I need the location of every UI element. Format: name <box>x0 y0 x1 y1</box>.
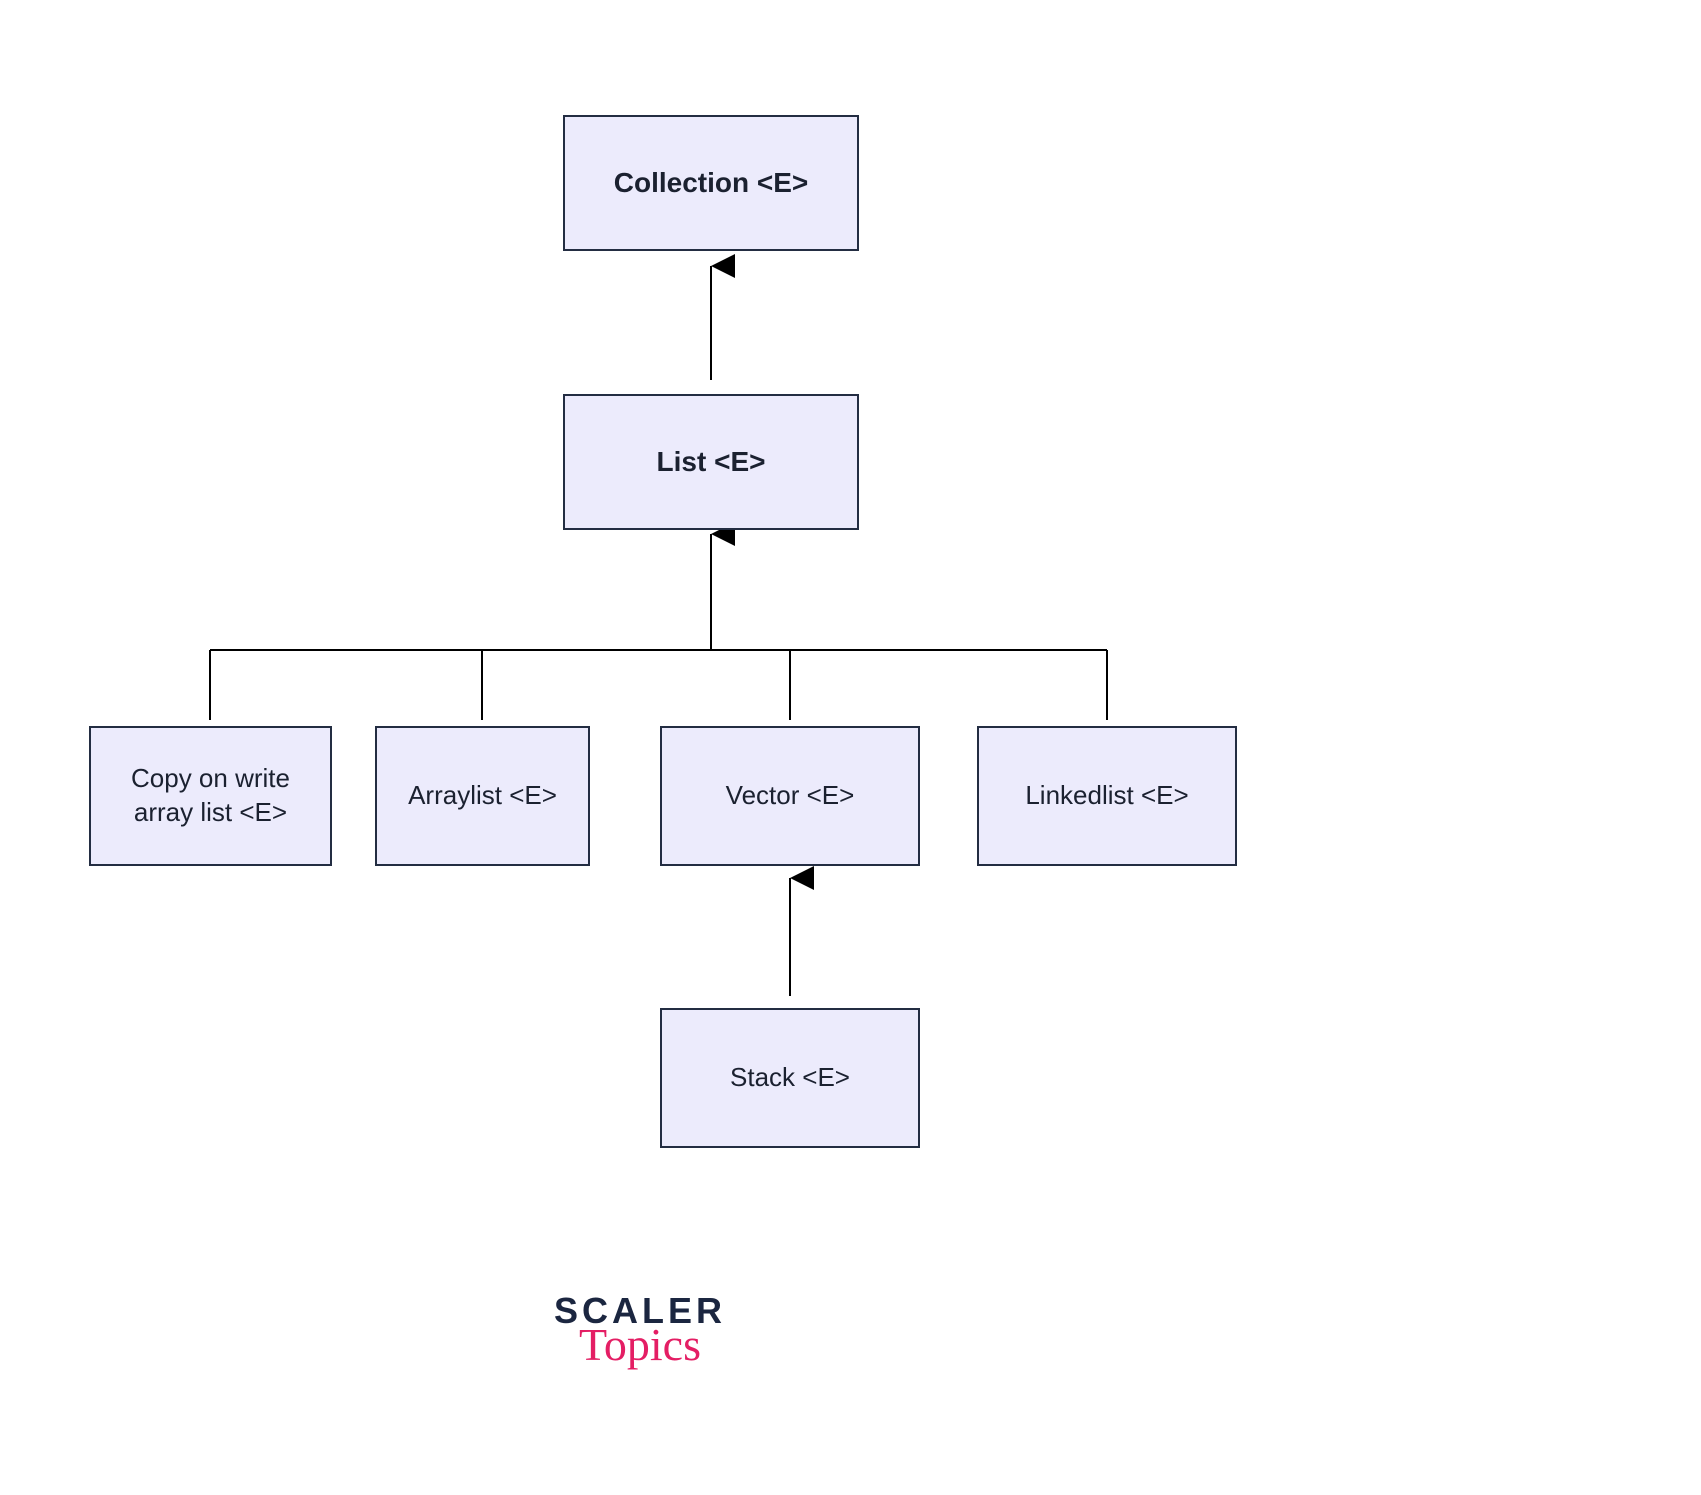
node-collection: Collection <E> <box>563 115 859 251</box>
node-linkedlist: Linkedlist <E> <box>977 726 1237 866</box>
node-cowal-label: Copy on write array list <E> <box>131 762 290 830</box>
diagram-canvas: Collection <E> List <E> Copy on write ar… <box>0 0 1701 1495</box>
node-vector-label: Vector <E> <box>726 779 855 813</box>
scaler-topics-logo: SCALER Topics <box>540 1290 740 1371</box>
node-copy-on-write-array-list: Copy on write array list <E> <box>89 726 332 866</box>
node-stack-label: Stack <E> <box>730 1061 850 1095</box>
node-collection-label: Collection <E> <box>614 165 809 201</box>
node-list-label: List <E> <box>657 444 766 480</box>
node-arraylist-label: Arraylist <E> <box>408 779 557 813</box>
node-stack: Stack <E> <box>660 1008 920 1148</box>
node-list: List <E> <box>563 394 859 530</box>
node-linkedlist-label: Linkedlist <E> <box>1025 779 1188 813</box>
node-vector: Vector <E> <box>660 726 920 866</box>
node-arraylist: Arraylist <E> <box>375 726 590 866</box>
